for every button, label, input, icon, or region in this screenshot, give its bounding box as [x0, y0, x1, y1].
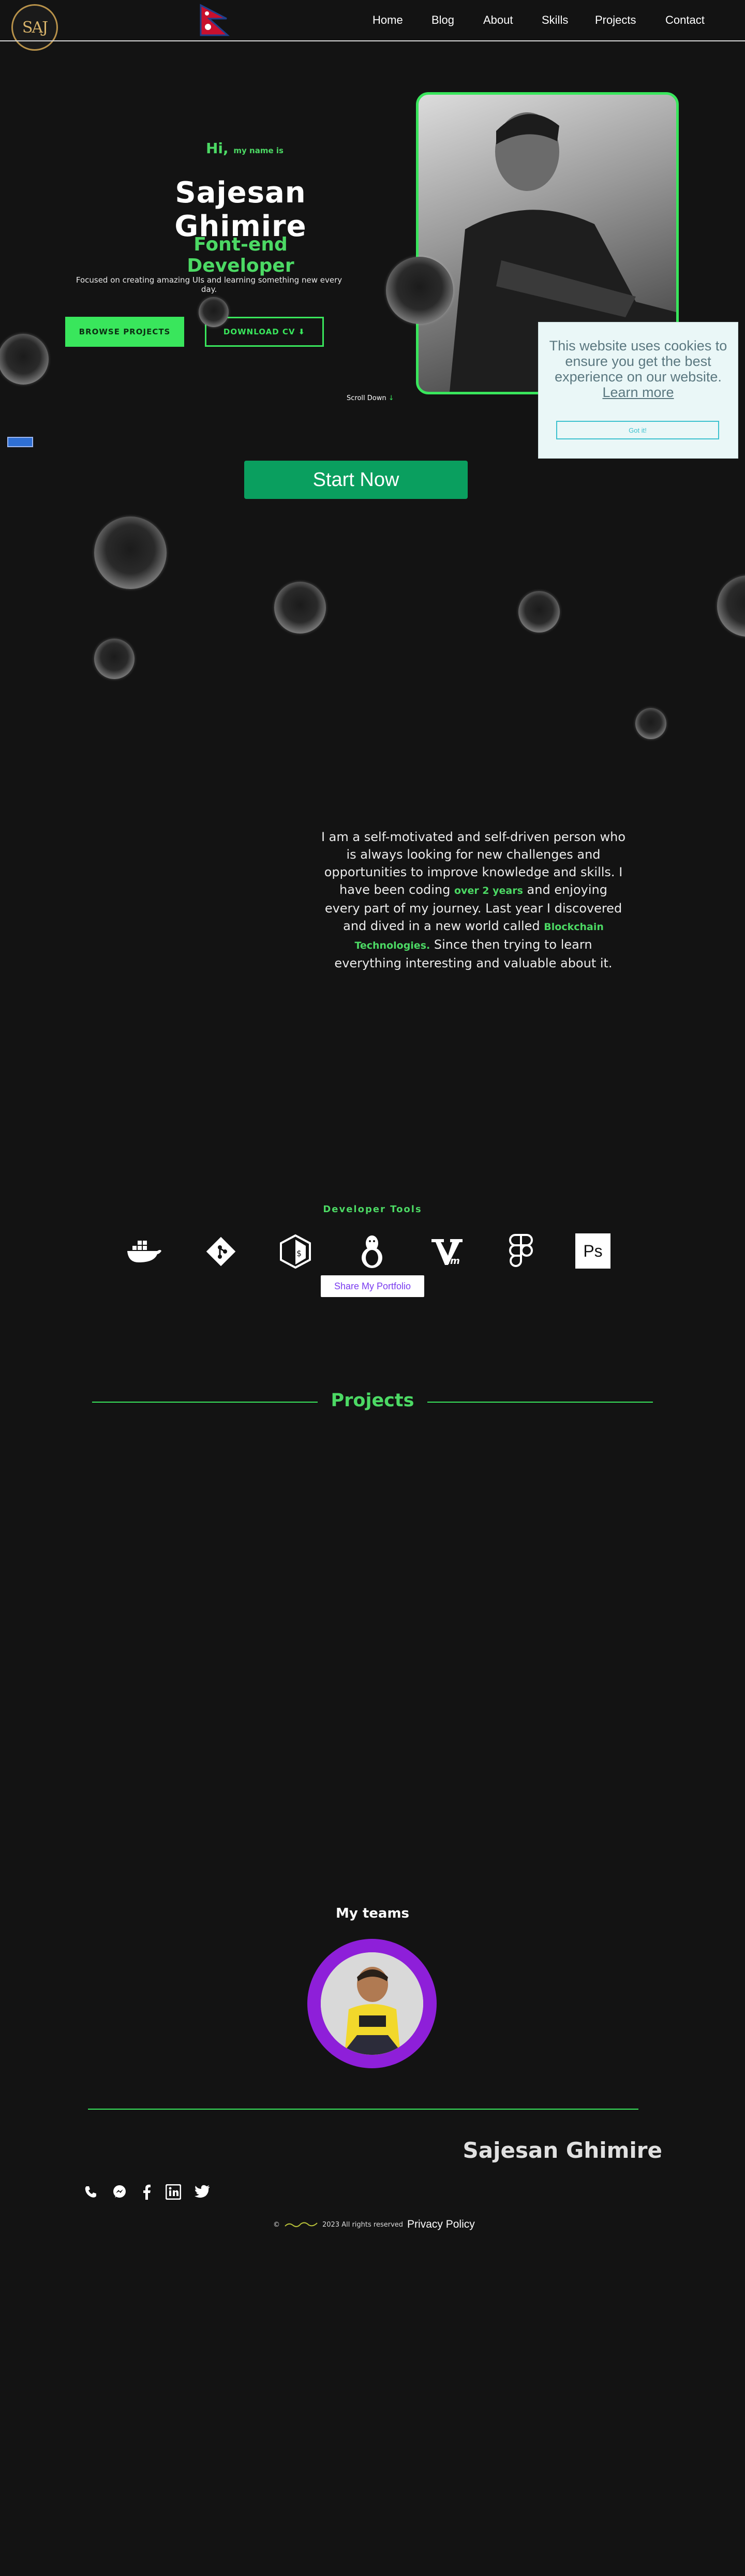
- projects-divider-left: [92, 1402, 318, 1403]
- download-icon: ⬇: [298, 327, 306, 336]
- greeting-small: my name is: [233, 146, 284, 155]
- bubble: [518, 591, 560, 632]
- nepal-flag-icon: [200, 4, 230, 36]
- nav-contact[interactable]: Contact: [665, 13, 705, 27]
- download-cv-label: DOWNLOAD CV: [223, 327, 295, 336]
- arrow-down-icon: ↓: [388, 394, 394, 402]
- projects-title: Projects: [331, 1390, 414, 1411]
- browse-projects-button[interactable]: BROWSE PROJECTS: [65, 317, 184, 347]
- bubble: [274, 582, 326, 634]
- bubble: [94, 639, 135, 679]
- greeting-hi: Hi,: [206, 140, 229, 157]
- bash-icon: $: [277, 1233, 314, 1270]
- facebook-icon[interactable]: [138, 2183, 155, 2201]
- cookie-text: This website uses cookies to ensure you …: [549, 338, 727, 385]
- figma-icon: [503, 1233, 539, 1270]
- git-icon: [203, 1233, 239, 1270]
- hero-description: Focused on creating amazing UIs and lear…: [76, 275, 342, 294]
- cookie-learn-more-link[interactable]: Learn more: [539, 385, 738, 400]
- team-member-avatar[interactable]: [307, 1939, 437, 2068]
- bubble: [0, 334, 49, 385]
- nav-blog[interactable]: Blog: [431, 13, 454, 27]
- scroll-down-label: Scroll Down: [347, 394, 386, 402]
- vim-icon: im: [429, 1233, 466, 1270]
- copyright-text: 2023 All rights reserved: [322, 2220, 404, 2229]
- logo-text: SAJ: [22, 18, 48, 37]
- privacy-policy-link[interactable]: Privacy Policy: [407, 2218, 475, 2231]
- teams-title: My teams: [335, 1906, 410, 1921]
- start-now-button[interactable]: Start Now: [244, 461, 468, 499]
- photoshop-icon: Ps: [575, 1233, 610, 1269]
- footer-name: Sajesan Ghimire: [463, 2138, 662, 2163]
- copyright-symbol: ©: [273, 2220, 280, 2229]
- cookie-banner: This website uses cookies to ensure you …: [538, 322, 738, 459]
- svg-text:$: $: [296, 1248, 302, 1258]
- nav-skills[interactable]: Skills: [542, 13, 568, 27]
- badge-widget[interactable]: [7, 437, 33, 447]
- cookie-accept-button[interactable]: Got it!: [556, 421, 719, 439]
- nav-projects[interactable]: Projects: [595, 13, 636, 27]
- site-logo[interactable]: SAJ: [11, 4, 58, 51]
- footer-divider: [88, 2109, 638, 2110]
- signature-logo-icon: [285, 2222, 318, 2227]
- tools-title: Developer Tools: [323, 1204, 422, 1215]
- copyright-row: © 2023 All rights reserved Privacy Polic…: [273, 2218, 475, 2231]
- bubble: [635, 708, 666, 739]
- scroll-down-hint[interactable]: Scroll Down ↓: [347, 394, 394, 402]
- about-highlight-years: over 2 years: [454, 885, 523, 896]
- messenger-icon[interactable]: [111, 2183, 128, 2201]
- bubble: [199, 297, 229, 327]
- share-portfolio-button[interactable]: Share My Portfolio: [321, 1275, 424, 1297]
- hero-greeting: Hi, my name is: [206, 140, 284, 157]
- twitter-icon[interactable]: [193, 2183, 211, 2201]
- svg-text:im: im: [447, 1256, 460, 1267]
- nav-home[interactable]: Home: [373, 13, 403, 27]
- photoshop-label: Ps: [583, 1241, 603, 1260]
- nav-about[interactable]: About: [483, 13, 513, 27]
- phone-icon[interactable]: [82, 2183, 99, 2201]
- cookie-message: This website uses cookies to ensure you …: [539, 338, 738, 400]
- person-icon: [321, 1952, 423, 2055]
- bubble: [94, 517, 167, 589]
- bubble: [717, 576, 745, 637]
- hero-role: Font-end Developer: [187, 234, 294, 276]
- projects-divider-right: [427, 1402, 653, 1403]
- header-divider: [0, 40, 745, 41]
- hero-name: Sajesan Ghimire: [174, 176, 307, 243]
- linux-icon: [354, 1233, 390, 1270]
- team-avatar-photo: [321, 1952, 423, 2055]
- bubble: [386, 257, 453, 324]
- about-text: I am a self-motivated and self-driven pe…: [321, 828, 626, 972]
- docker-icon: [126, 1233, 162, 1270]
- linkedin-icon[interactable]: [165, 2183, 182, 2201]
